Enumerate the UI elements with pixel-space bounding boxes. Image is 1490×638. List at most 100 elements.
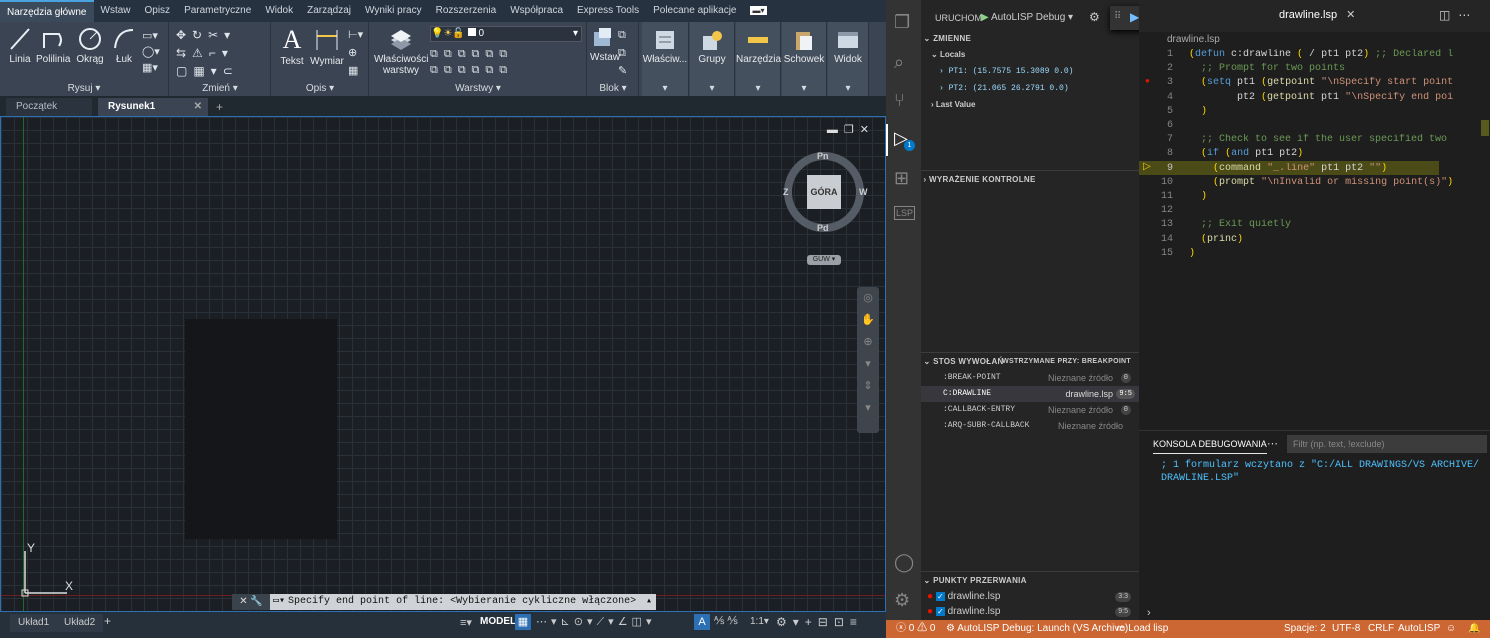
text-button[interactable]: A Tekst <box>278 26 306 68</box>
ribbon-tab-annotate[interactable]: Opisz <box>138 0 178 22</box>
grid-toggle-icon[interactable]: ▦ <box>515 614 531 630</box>
draw-small-tools[interactable]: ▭▾ ◯▾ ▦▾ <box>142 28 160 76</box>
debug-settings-icon[interactable]: ⚙ <box>1089 10 1100 24</box>
watch-header[interactable]: › WYRAŻENIE KONTROLNE <box>921 170 1139 189</box>
ribbon-tab-collaborate[interactable]: Współpraca <box>503 0 570 22</box>
viewport-controls[interactable]: ▬❐✕ <box>827 123 875 136</box>
start-debug-icon[interactable]: ▶ <box>981 12 989 23</box>
add-layout-button[interactable]: + <box>104 614 111 628</box>
command-line[interactable]: ▭▾ Specify end point of line: <Wybieranie… <box>270 594 656 610</box>
explorer-icon[interactable]: ❐ <box>894 12 910 33</box>
tab-start[interactable]: Początek <box>6 98 92 116</box>
layer-dropdown[interactable]: 💡☀🔓 0 ▾ <box>430 26 582 42</box>
feedback-icon[interactable]: ☺ <box>1446 620 1456 638</box>
panel-utilities[interactable]: Narzędzia ▾ <box>736 22 781 96</box>
tab-layout1[interactable]: Układ1 <box>10 614 58 632</box>
annotation-scale[interactable]: 1:1▾ <box>750 616 769 627</box>
line-number[interactable]: 11 <box>1139 191 1173 202</box>
ribbon-tab-insert[interactable]: Wstaw <box>94 0 138 22</box>
layer-properties-button[interactable]: Właściwości warstwy <box>374 26 428 76</box>
stack-frame-active[interactable]: C:DRAWLINE drawline.lsp 9:5 <box>921 386 1139 402</box>
viewcube[interactable]: GÓRA Pn Pd W Z <box>783 151 868 233</box>
ribbon-tab-manage[interactable]: Zarządzaj <box>300 0 358 22</box>
editor-actions[interactable]: ◫⋯ <box>1439 8 1478 22</box>
ribbon-tab-featured-apps[interactable]: Polecane aplikacje <box>646 0 743 22</box>
line-number[interactable]: 2 <box>1139 63 1173 74</box>
breakpoints-header[interactable]: ⌄ PUNKTY PRZERWANIA <box>921 571 1139 590</box>
ribbon-tab-view[interactable]: Widok <box>258 0 300 22</box>
console-input-prompt-icon[interactable]: › <box>1147 607 1151 619</box>
circle-button[interactable]: Okrąg <box>76 26 104 65</box>
ribbon-tab-express-tools[interactable]: Express Tools <box>570 0 646 22</box>
last-value-scope[interactable]: › Last Value <box>931 100 975 109</box>
debug-console-tab[interactable]: KONSOLA DEBUGOWANIA <box>1153 439 1267 454</box>
viewcube-west[interactable]: Z <box>783 187 789 197</box>
viewcube-south[interactable]: Pd <box>817 223 829 233</box>
arc-button[interactable]: Łuk <box>110 26 138 65</box>
block-small-tools[interactable]: ⧉ ⧉ ✎ <box>618 26 627 80</box>
close-icon[interactable]: ✕ <box>1346 9 1355 21</box>
code-line[interactable]: ;; Prompt for two points <box>1189 63 1489 74</box>
line-number[interactable]: 13 <box>1139 219 1173 230</box>
annotation-visibility-icon[interactable]: A <box>694 614 710 630</box>
indentation-status[interactable]: Spacje: 2 <box>1284 620 1326 638</box>
polyline-button[interactable]: Polilinia <box>36 26 70 65</box>
code-line[interactable]: (setq pt1 (getpoint "\nSpecify start poi… <box>1189 77 1489 88</box>
source-control-icon[interactable]: ⑂ <box>894 90 905 111</box>
viewcube-north[interactable]: Pn <box>817 151 829 161</box>
line-number[interactable]: 1 <box>1139 49 1173 60</box>
eol-status[interactable]: CRLF <box>1368 620 1394 638</box>
ribbon-tab-addins[interactable]: Rozszerzenia <box>429 0 504 22</box>
debug-config-select[interactable]: ▶ AutoLISP Debug ▾ <box>981 9 1081 27</box>
viewcube-top-face[interactable]: GÓRA <box>807 175 841 209</box>
line-number[interactable]: 7 <box>1139 134 1173 145</box>
view-expand[interactable]: ▾ <box>828 83 868 94</box>
ribbon-tab-parametric[interactable]: Parametryczne <box>177 0 258 22</box>
ribbon-tab-home[interactable]: Narzędzia główne <box>0 0 94 22</box>
line-number[interactable]: 4 <box>1139 92 1173 103</box>
breakpoint-item[interactable]: ● ✓ drawline.lsp 9:5 <box>921 605 1139 619</box>
code-line[interactable]: ;; Check to see if the user specified tw… <box>1189 134 1489 145</box>
code-line[interactable]: (princ) <box>1189 234 1489 245</box>
callstack-header[interactable]: ⌄ STOS WYWOŁAŃ WSTRZYMANE PRZY: BREAKPOIN… <box>921 352 1139 371</box>
panel-groups[interactable]: Grupy ▾ <box>690 22 735 96</box>
panel-modify-label[interactable]: Zmień ▾ <box>170 83 270 94</box>
code-line[interactable]: ) <box>1189 106 1489 117</box>
code-line[interactable]: (prompt "\nInvalid or missing point(s)") <box>1189 177 1489 188</box>
breakpoint-item[interactable]: ● ✓ drawline.lsp 3:3 <box>921 590 1139 604</box>
code-line[interactable]: ) <box>1189 248 1489 259</box>
command-line-controls[interactable]: ✕ 🔧 <box>232 594 270 610</box>
more-actions-icon[interactable]: ⋯ <box>1267 437 1278 450</box>
close-icon[interactable]: ✕ <box>194 98 202 116</box>
checkbox-icon[interactable]: ✓ <box>935 592 945 601</box>
line-number[interactable]: 9 <box>1139 163 1173 174</box>
panel-layers-label[interactable]: Warstwy ▾ <box>370 83 586 94</box>
line-number[interactable]: 14 <box>1139 234 1173 245</box>
clipboard-expand[interactable]: ▾ <box>782 83 826 94</box>
panel-properties[interactable]: Właściw... ▾ <box>642 22 689 96</box>
navigation-bar[interactable]: ◎ ✋ ⊕ ▾ ⇕ ▾ <box>857 287 879 433</box>
settings-gear-icon[interactable]: ⚙ <box>894 590 910 611</box>
stack-frame[interactable]: :BREAK-POINT Nieznane źródło 0 <box>921 370 1139 386</box>
code-line[interactable]: (if (and pt1 pt2) <box>1189 148 1489 159</box>
ribbon-overflow-button[interactable]: ▬▾ <box>743 0 773 22</box>
status-right-tools[interactable]: ⚙▾+⊟⊡≡ <box>776 615 863 629</box>
var-pt2[interactable]: › PT2: (21.065 26.2791 0.0) <box>939 84 1069 93</box>
panel-view[interactable]: Widok ▾ <box>828 22 869 96</box>
panel-block-label[interactable]: Blok ▾ <box>588 83 638 94</box>
problems-status[interactable]: ⓧ 0 ⚠ 0 <box>896 620 935 638</box>
search-icon[interactable]: ⌕ <box>894 52 904 73</box>
new-tab-button[interactable]: + <box>216 98 223 116</box>
code-line[interactable]: (command "_.line" pt1 pt2 "") <box>1189 163 1489 174</box>
variables-header[interactable]: ⌄ ZMIENNE <box>921 30 1139 48</box>
checkbox-icon[interactable]: ✓ <box>935 607 945 616</box>
insert-block-button[interactable]: Wstaw <box>590 26 620 63</box>
extensions-icon[interactable]: ⊞ <box>894 168 909 189</box>
code-line[interactable]: ) <box>1189 191 1489 202</box>
layer-small-tools[interactable]: ⧉⧉⧉⧉⧉⧉ ⧉⧉⧉⧉⧉⧉ <box>430 46 513 78</box>
lsp-icon[interactable]: LSP <box>894 206 916 220</box>
line-number[interactable]: 3 <box>1139 77 1173 88</box>
line-button[interactable]: Linia <box>6 26 34 65</box>
drawing-canvas[interactable]: ▬❐✕ GÓRA Pn Pd W Z GUW ▾ ◎ ✋ ⊕ ▾ ⇕ ▾ Y X <box>0 116 886 612</box>
encoding-status[interactable]: UTF-8 <box>1332 620 1360 638</box>
